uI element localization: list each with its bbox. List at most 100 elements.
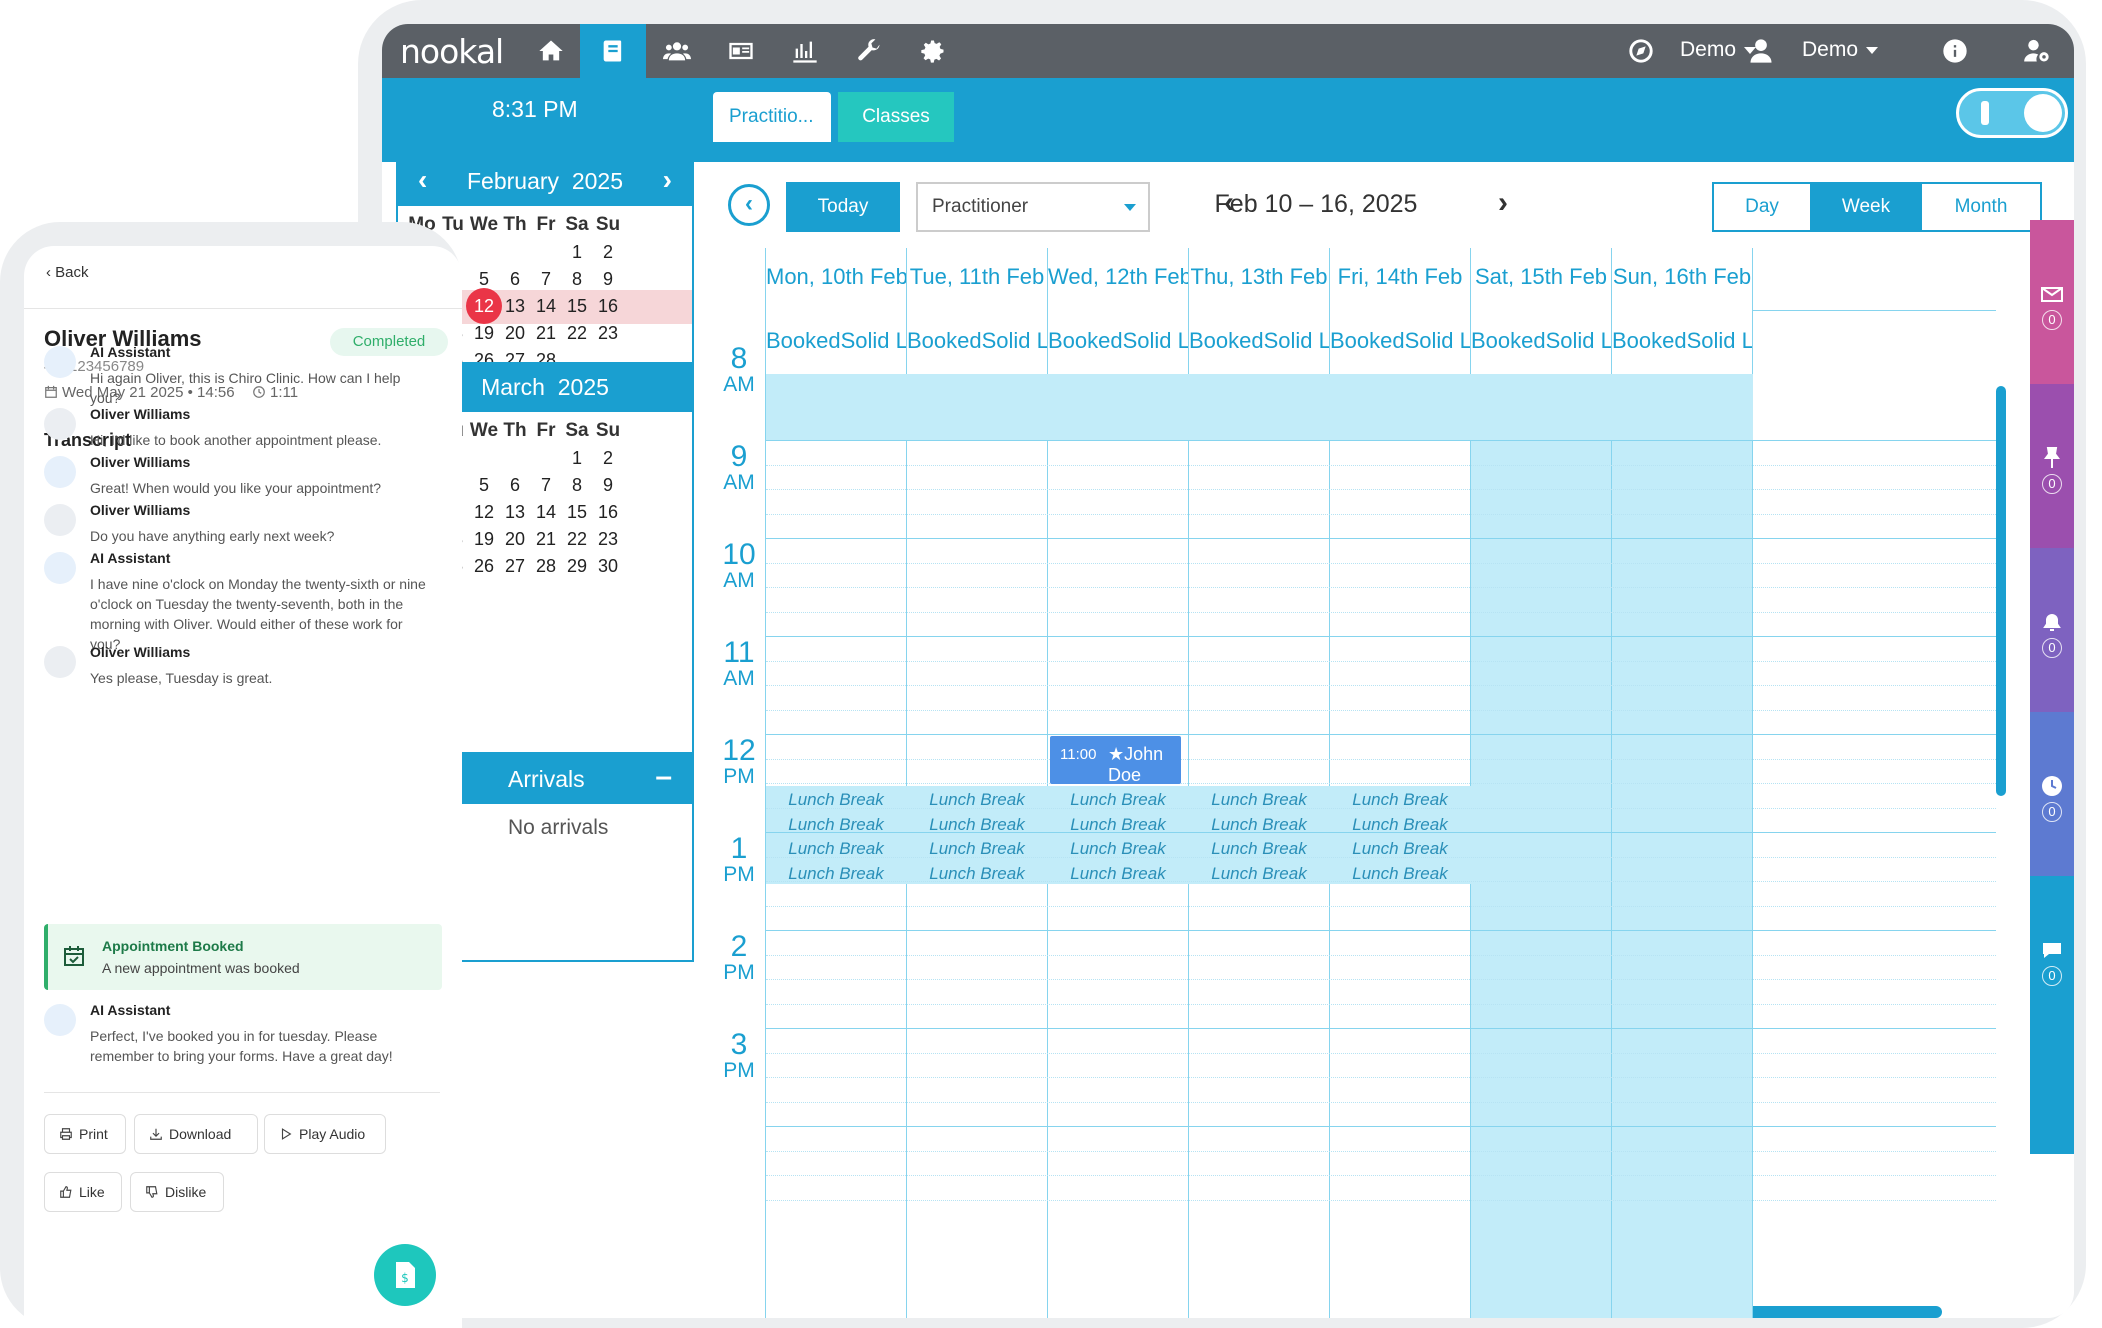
practitioner-name[interactable]: BookedSolid Ltd (1612, 328, 1752, 354)
play-audio-button[interactable]: Play Audio (264, 1114, 386, 1154)
dislike-button[interactable]: Dislike (130, 1172, 224, 1212)
day-date[interactable]: Wed, 12th Feb (1048, 264, 1188, 290)
vertical-scrollbar[interactable] (1996, 386, 2006, 796)
nookal-logo[interactable]: nookal (400, 32, 504, 71)
collapse-icon[interactable]: – (655, 760, 672, 794)
tab-practitioners[interactable]: Practitio... (713, 92, 831, 142)
side-panel-tab[interactable]: 0 (2030, 220, 2074, 384)
view-day-button[interactable]: Day (1712, 182, 1812, 232)
calendar-day[interactable]: 16 (590, 296, 626, 317)
hour-meridiem: PM (723, 765, 755, 788)
practitioner-name[interactable]: BookedSolid Ltd (766, 328, 906, 354)
book-icon[interactable] (580, 24, 646, 78)
day-column-header: Sun, 16th Feb BookedSolid Ltd (1612, 248, 1753, 374)
like-button[interactable]: Like (44, 1172, 122, 1212)
practitioner-name[interactable]: BookedSolid Ltd (1189, 328, 1329, 354)
calendar-day[interactable]: 30 (590, 556, 626, 577)
download-label: Download (169, 1126, 232, 1142)
quarter-line (766, 513, 1996, 515)
current-time: 8:31 PM (492, 96, 578, 122)
day-date[interactable]: Sat, 15th Feb (1471, 264, 1611, 290)
side-panel-count: 0 (2042, 966, 2062, 986)
user-dropdown[interactable]: Demo (1802, 38, 1879, 62)
call-detail-panel: ‹ Back Oliver Williams Completed 4471234… (24, 246, 462, 1328)
next-month-arrow[interactable]: › (663, 164, 672, 196)
message-sender: AI Assistant (90, 1002, 171, 1018)
avatar (44, 1004, 76, 1036)
next-week-arrow[interactable]: › (1498, 186, 1508, 220)
wrench-icon[interactable] (836, 24, 902, 78)
chart-icon[interactable] (772, 24, 838, 78)
lunch-break-label: Lunch Break (1352, 839, 1448, 858)
day-date[interactable]: Tue, 11th Feb (907, 264, 1047, 290)
calendar-day[interactable]: 2 (590, 242, 626, 263)
id-card-icon[interactable] (708, 24, 774, 78)
day-column[interactable] (1612, 374, 1753, 1318)
calendar-day[interactable]: 9 (590, 475, 626, 496)
side-panel-strip: 0 0 0 0 0 (2030, 220, 2074, 1318)
print-label: Print (79, 1126, 108, 1142)
users-icon[interactable] (644, 24, 710, 78)
hour-line (766, 930, 1996, 931)
printer-icon (60, 1128, 72, 1140)
tab-classes[interactable]: Classes (838, 92, 954, 142)
month-year: 2025 (557, 374, 609, 400)
tablet-screen: nookal Demo Demo 8:31 PM Practitio... Cl… (382, 24, 2074, 1318)
side-panel-tab[interactable]: 0 (2030, 548, 2074, 712)
chevron-down-icon (1866, 46, 1879, 54)
play-icon (281, 1128, 292, 1140)
download-button[interactable]: Download (134, 1114, 258, 1154)
appointment-event[interactable]: 11:00 ★John Doe (1050, 736, 1181, 785)
day-date[interactable]: Sun, 16th Feb (1612, 264, 1752, 290)
gear-icon[interactable] (900, 24, 966, 78)
user-cog-icon[interactable] (2004, 24, 2070, 78)
calendar-day[interactable]: 23 (590, 323, 626, 344)
weekday-label: Su (595, 214, 621, 235)
practitioner-name[interactable]: BookedSolid Ltd (1048, 328, 1188, 354)
quarter-line (766, 1150, 1996, 1152)
compass-icon (1608, 24, 1674, 78)
back-circle-button[interactable]: ‹ (728, 184, 770, 226)
print-button[interactable]: Print (44, 1114, 126, 1154)
calendar-day[interactable]: 2 (590, 448, 626, 469)
practitioner-select[interactable]: Practitioner (916, 182, 1150, 232)
month-title: February 2025 (398, 168, 692, 195)
side-panel-count: 0 (2042, 638, 2062, 658)
star-icon: ★ (1108, 744, 1125, 764)
view-month-button[interactable]: Month (1920, 182, 2042, 232)
practitioner-select-value: Practitioner (932, 196, 1029, 217)
time-gutter: 8 AM 9 AM 10 AM 11 AM 12 PM 1 PM 2 PM 3 PM (712, 248, 766, 1318)
side-panel-tab[interactable]: 0 (2030, 712, 2074, 876)
practitioner-name[interactable]: BookedSolid Ltd (1471, 328, 1611, 354)
view-week-button[interactable]: Week (1810, 182, 1922, 232)
hour-meridiem: PM (723, 961, 755, 984)
day-date[interactable]: Fri, 14th Feb (1330, 264, 1470, 290)
quarter-line (766, 1003, 1996, 1005)
side-panel-tab[interactable]: 0 (2030, 876, 2074, 1154)
side-panel-tab[interactable]: 0 (2030, 384, 2074, 548)
message-sender: Oliver Williams (90, 644, 191, 660)
calendar-day[interactable]: 16 (590, 502, 626, 523)
home-icon[interactable] (518, 24, 584, 78)
back-link[interactable]: ‹ Back (46, 264, 89, 281)
message-text: Do you have anything early next week? (90, 528, 335, 544)
day-date[interactable]: Mon, 10th Feb (766, 264, 906, 290)
message-sender: Oliver Williams (90, 406, 191, 422)
quarter-line (766, 1077, 1996, 1078)
invoice-fab-button[interactable]: $ (374, 1244, 436, 1306)
dislike-label: Dislike (165, 1184, 207, 1200)
info-icon[interactable] (1922, 24, 1988, 78)
hour-meridiem: AM (723, 569, 755, 592)
message-sender: Oliver Williams (90, 454, 191, 470)
view-mode-toggle[interactable] (1956, 88, 2068, 138)
hour-meridiem: AM (723, 471, 755, 494)
practitioner-name[interactable]: BookedSolid Ltd (1330, 328, 1470, 354)
calendar-day[interactable]: 9 (590, 269, 626, 290)
today-button[interactable]: Today (786, 182, 900, 232)
booked-title: Appointment Booked (102, 938, 244, 954)
avatar (44, 408, 76, 440)
quarter-line (766, 1052, 1996, 1054)
day-date[interactable]: Thu, 13th Feb (1189, 264, 1329, 290)
calendar-day[interactable]: 23 (590, 529, 626, 550)
practitioner-name[interactable]: BookedSolid Ltd (907, 328, 1047, 354)
